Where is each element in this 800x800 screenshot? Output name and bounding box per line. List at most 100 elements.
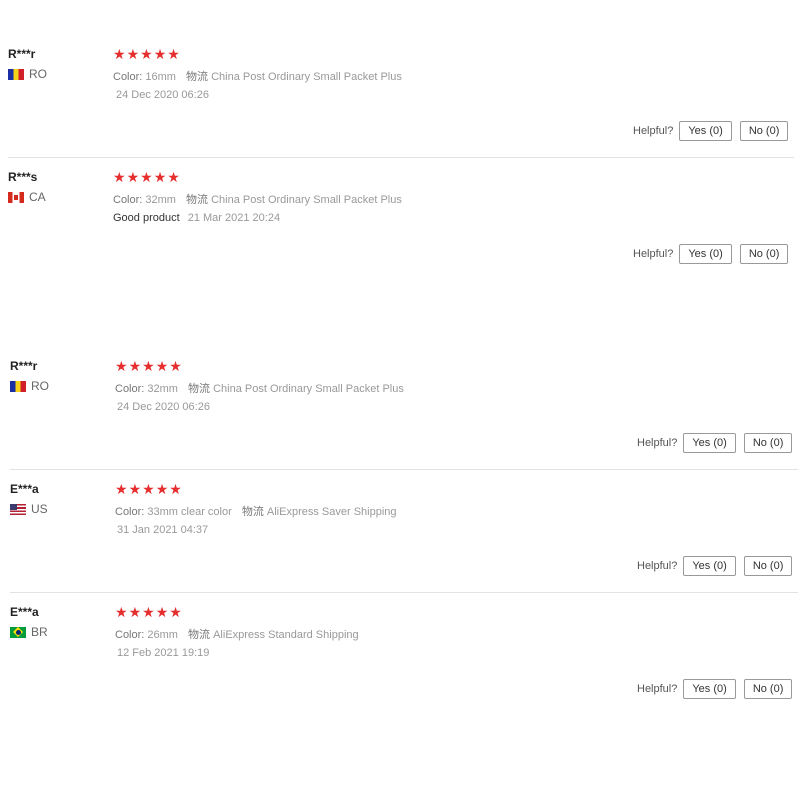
- brazil-flag-icon: [10, 626, 26, 638]
- shipping-method: China Post Ordinary Small Packet Plus: [211, 71, 402, 83]
- review-body: 31 Jan 2021 04:37: [117, 524, 208, 536]
- star-rating: ★ ★ ★ ★ ★: [113, 47, 181, 61]
- star-icon: ★: [126, 169, 140, 185]
- star-icon: ★: [113, 169, 126, 185]
- star-icon: ★: [115, 481, 128, 497]
- star-rating: ★ ★ ★ ★ ★: [113, 170, 181, 184]
- review-text: Good product: [113, 212, 180, 224]
- color-value: 16mm: [145, 71, 176, 83]
- helpful-yes-button[interactable]: Yes (0): [683, 433, 736, 453]
- review-body: 12 Feb 2021 19:19: [117, 647, 209, 659]
- color-value: 26mm: [147, 629, 178, 641]
- sku-attributes: Color: 26mm 物流 AliExpress Standard Shipp…: [115, 626, 366, 642]
- color-label: Color:: [113, 194, 143, 206]
- star-icon: ★: [142, 358, 155, 374]
- color-label: Color:: [113, 71, 143, 83]
- united-states-flag-icon: [10, 503, 26, 515]
- star-icon: ★: [155, 604, 169, 620]
- star-icon: ★: [169, 358, 182, 374]
- color-label: Color:: [115, 629, 145, 641]
- reviewer-country: BR: [10, 625, 48, 639]
- logistics-label: 物流: [188, 629, 211, 641]
- star-icon: ★: [115, 358, 128, 374]
- star-icon: ★: [167, 46, 180, 62]
- helpful-yes-button[interactable]: Yes (0): [679, 244, 732, 264]
- helpful-no-button[interactable]: No (0): [739, 121, 789, 141]
- color-value: 32mm: [147, 383, 178, 395]
- review-divider: [10, 469, 798, 470]
- star-rating: ★ ★ ★ ★ ★: [115, 482, 183, 496]
- helpful-votes: Helpful? Yes (0) No (0): [637, 433, 793, 453]
- country-code: US: [31, 502, 48, 516]
- helpful-votes: Helpful? Yes (0) No (0): [637, 556, 793, 576]
- star-icon: ★: [155, 358, 169, 374]
- helpful-yes-button[interactable]: Yes (0): [679, 121, 732, 141]
- review-divider: [10, 592, 798, 593]
- color-value: 33mm clear color: [147, 506, 232, 518]
- sku-attributes: Color: 33mm clear color 物流 AliExpress Sa…: [115, 503, 404, 519]
- shipping-method: AliExpress Standard Shipping: [213, 629, 359, 641]
- star-icon: ★: [169, 481, 182, 497]
- helpful-no-button[interactable]: No (0): [743, 679, 793, 699]
- country-code: CA: [29, 190, 46, 204]
- star-icon: ★: [113, 46, 126, 62]
- star-icon: ★: [153, 46, 167, 62]
- reviewer-name: R***s: [8, 170, 38, 184]
- logistics-label: 物流: [188, 383, 211, 395]
- color-label: Color:: [115, 383, 145, 395]
- sku-attributes: Color: 32mm 物流 China Post Ordinary Small…: [115, 380, 411, 396]
- review-body: 24 Dec 2020 06:26: [116, 89, 209, 101]
- star-icon: ★: [140, 169, 153, 185]
- reviewer-country: US: [10, 502, 48, 516]
- sku-attributes: Color: 16mm 物流 China Post Ordinary Small…: [113, 68, 409, 84]
- helpful-label: Helpful?: [633, 248, 674, 260]
- country-code: RO: [31, 379, 49, 393]
- star-icon: ★: [128, 358, 142, 374]
- helpful-label: Helpful?: [637, 683, 678, 695]
- review-body: Good product 21 Mar 2021 20:24: [113, 212, 280, 224]
- review-date: 31 Jan 2021 04:37: [117, 524, 209, 536]
- reviewer-country: RO: [10, 379, 49, 393]
- helpful-no-button[interactable]: No (0): [743, 556, 793, 576]
- romania-flag-icon: [10, 380, 26, 392]
- shipping-method: China Post Ordinary Small Packet Plus: [211, 194, 402, 206]
- helpful-votes: Helpful? Yes (0) No (0): [633, 244, 789, 264]
- logistics-label: 物流: [186, 194, 209, 206]
- review-date: 21 Mar 2021 20:24: [187, 212, 281, 224]
- reviewer-name: E***a: [10, 482, 39, 496]
- helpful-no-button[interactable]: No (0): [739, 244, 789, 264]
- star-icon: ★: [155, 481, 169, 497]
- shipping-method: China Post Ordinary Small Packet Plus: [213, 383, 404, 395]
- star-icon: ★: [153, 169, 167, 185]
- country-code: RO: [29, 67, 47, 81]
- reviewer-country: CA: [8, 190, 46, 204]
- helpful-yes-button[interactable]: Yes (0): [683, 679, 736, 699]
- review-date: 24 Dec 2020 06:26: [116, 89, 209, 101]
- helpful-label: Helpful?: [633, 125, 674, 137]
- shipping-method: AliExpress Saver Shipping: [266, 506, 397, 518]
- helpful-no-button[interactable]: No (0): [743, 433, 793, 453]
- helpful-label: Helpful?: [637, 437, 678, 449]
- reviewer-name: E***a: [10, 605, 39, 619]
- star-rating: ★ ★ ★ ★ ★: [115, 605, 183, 619]
- helpful-yes-button[interactable]: Yes (0): [683, 556, 736, 576]
- sku-attributes: Color: 32mm 物流 China Post Ordinary Small…: [113, 191, 409, 207]
- star-icon: ★: [142, 481, 155, 497]
- star-icon: ★: [115, 604, 128, 620]
- star-rating: ★ ★ ★ ★ ★: [115, 359, 183, 373]
- review-divider: [8, 157, 794, 158]
- romania-flag-icon: [8, 68, 24, 80]
- review-body: 24 Dec 2020 06:26: [117, 401, 210, 413]
- reviewer-country: RO: [8, 67, 47, 81]
- star-icon: ★: [128, 604, 142, 620]
- review-date: 24 Dec 2020 06:26: [117, 401, 210, 413]
- logistics-label: 物流: [186, 71, 209, 83]
- helpful-votes: Helpful? Yes (0) No (0): [637, 679, 793, 699]
- star-icon: ★: [126, 46, 140, 62]
- color-label: Color:: [115, 506, 145, 518]
- star-icon: ★: [167, 169, 180, 185]
- star-icon: ★: [169, 604, 182, 620]
- star-icon: ★: [142, 604, 155, 620]
- star-icon: ★: [140, 46, 153, 62]
- star-icon: ★: [128, 481, 142, 497]
